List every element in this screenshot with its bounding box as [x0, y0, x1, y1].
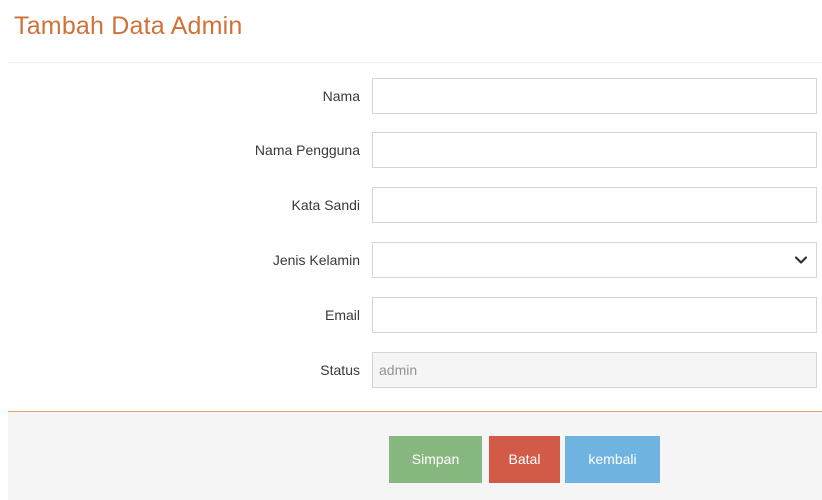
form-row-kata-sandi: Kata Sandi [0, 187, 822, 223]
page: Tambah Data Admin Nama Nama Pengguna Kat… [0, 0, 822, 500]
status-field: admin [372, 352, 817, 388]
email-input[interactable] [372, 297, 817, 333]
save-button[interactable]: Simpan [389, 436, 482, 483]
nama-pengguna-label: Nama Pengguna [254, 142, 360, 158]
chevron-down-icon [794, 256, 808, 264]
form-row-email: Email [0, 297, 822, 333]
email-label: Email [324, 307, 360, 323]
jenis-kelamin-label: Jenis Kelamin [272, 252, 360, 268]
status-label: Status [320, 362, 360, 378]
nama-label: Nama [322, 88, 360, 104]
jenis-kelamin-select[interactable] [372, 242, 817, 278]
form-row-status: Status admin [0, 352, 822, 388]
form-actions: Simpan Batal kembali [8, 411, 822, 500]
cancel-button[interactable]: Batal [489, 436, 560, 483]
page-title: Tambah Data Admin [14, 12, 243, 40]
kata-sandi-input[interactable] [372, 187, 817, 223]
kata-sandi-label: Kata Sandi [291, 197, 361, 213]
nama-pengguna-input[interactable] [372, 132, 817, 168]
back-button[interactable]: kembali [565, 436, 660, 483]
nama-input[interactable] [372, 78, 817, 114]
title-divider [8, 62, 822, 63]
form-row-nama-pengguna: Nama Pengguna [0, 132, 822, 168]
form-row-jenis-kelamin: Jenis Kelamin [0, 242, 822, 278]
form-row-nama: Nama [0, 78, 822, 114]
